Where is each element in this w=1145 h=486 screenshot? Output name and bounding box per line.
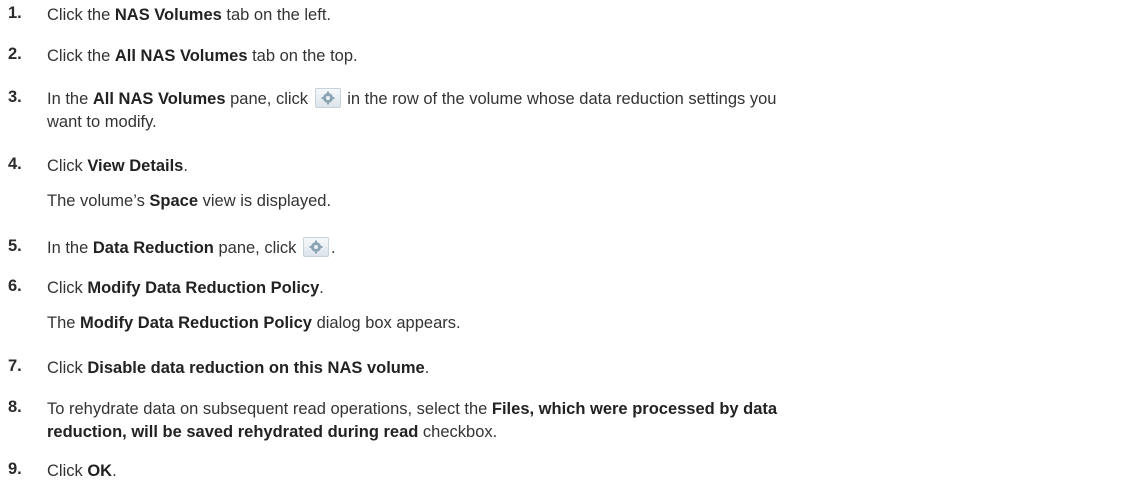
step-text-part: Click <box>47 359 88 377</box>
step-number: 6. <box>8 277 22 295</box>
step-text: Click the NAS Volumes tab on the left. <box>47 4 1137 27</box>
step-text-part: in the row of the volume whose data redu… <box>342 90 777 108</box>
step-number: 8. <box>8 398 22 416</box>
step-text: Click Disable data reduction on this NAS… <box>47 357 1137 380</box>
step-text-part: . <box>331 239 336 257</box>
step-text-part: . <box>112 462 117 480</box>
ui-term: Modify Data Reduction Policy <box>87 279 320 297</box>
step-text-part: Click <box>47 462 88 480</box>
step-text: Click the All NAS Volumes tab on the top… <box>47 45 1137 68</box>
ui-term: Data Reduction <box>92 239 214 257</box>
ui-term: Space <box>149 192 199 210</box>
step-text-part: To rehydrate data on subsequent read ope… <box>47 400 492 418</box>
step-text-part: tab on the top. <box>247 47 358 65</box>
step-number: 5. <box>8 237 22 255</box>
ui-term: Files, which were processed by data <box>491 400 778 418</box>
ui-term: Modify Data Reduction Policy <box>80 314 312 332</box>
step-result: The Modify Data Reduction Policy dialog … <box>47 312 1137 335</box>
step-text-part: tab on the left. <box>221 6 331 24</box>
step-text: In the Data Reduction pane, click . <box>47 237 1137 260</box>
step-text-part: In the <box>47 90 93 108</box>
step-text-part: In the <box>47 239 93 257</box>
step-text-part: checkbox. <box>418 423 498 441</box>
step-number: 4. <box>8 155 22 173</box>
step-text: Click Modify Data Reduction Policy. <box>47 277 1137 300</box>
step-text-part: . <box>424 359 430 377</box>
step-result-part: The volume’s <box>47 192 150 210</box>
step-text-part: . <box>319 279 324 297</box>
ui-term: View Details <box>87 157 184 175</box>
step-text-part: pane, click <box>225 90 313 108</box>
step-text-part: pane, click <box>213 239 302 257</box>
step-number: 2. <box>8 45 22 63</box>
ui-term: OK <box>87 462 113 480</box>
step-text-part: Click <box>47 157 88 175</box>
gear-icon <box>314 88 341 108</box>
step-text-part: . <box>183 157 188 175</box>
ui-term: reduction, will be saved rehydrated duri… <box>47 423 419 441</box>
step-text: Click OK. <box>47 460 1137 483</box>
step-result-part: view is displayed. <box>198 192 332 210</box>
ui-term: NAS Volumes <box>114 6 222 24</box>
step-number: 7. <box>8 357 22 375</box>
step-text-part: Click the <box>47 47 115 65</box>
step-text-part: Click <box>47 279 88 297</box>
step-number: 3. <box>8 88 22 106</box>
step-text: To rehydrate data on subsequent read ope… <box>47 398 1137 444</box>
step-text: Click View Details. <box>47 155 1137 178</box>
gear-icon <box>303 237 330 257</box>
step-result-part: The <box>47 314 81 332</box>
step-result-part: dialog box appears. <box>311 314 461 332</box>
ui-term: Disable data reduction on this NAS volum… <box>87 359 425 377</box>
step-text: In the All NAS Volumes pane, click in th… <box>47 88 1137 134</box>
step-result: The volume’s Space view is displayed. <box>47 190 1137 213</box>
step-text-part: want to modify. <box>47 113 157 131</box>
step-text-part: Click the <box>47 6 115 24</box>
step-number: 1. <box>8 4 22 22</box>
ui-term: All NAS Volumes <box>114 47 248 65</box>
step-number: 9. <box>8 460 22 478</box>
ui-term: All NAS Volumes <box>92 90 226 108</box>
